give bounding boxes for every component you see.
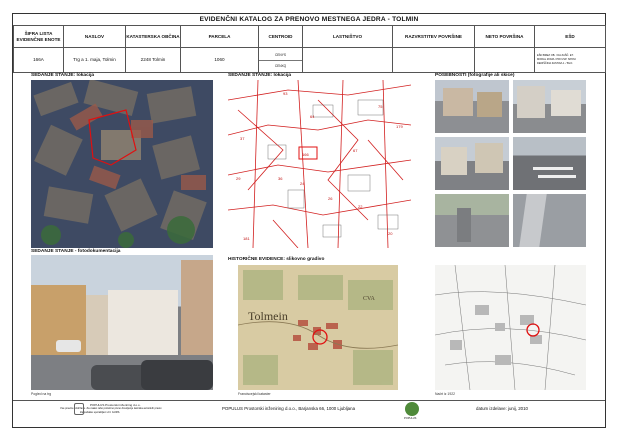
cell-parcela: 1060 xyxy=(180,47,259,73)
parcel-label: 64 xyxy=(310,114,315,119)
parcel-label: 67 xyxy=(353,148,358,153)
historic-map: Tolmein CVA xyxy=(238,265,398,390)
footer-date: datum izdelave: junij, 2010 xyxy=(476,406,528,411)
caption-historic: Franciscejski kataster xyxy=(238,392,271,396)
col-parcela: PARCELA xyxy=(180,25,259,48)
company-logo-icon xyxy=(405,402,419,416)
cell-obcina: 2248 Tolmin xyxy=(125,47,181,73)
special-photo-2 xyxy=(513,80,586,133)
col-sifra: ŠIFRA LISTA EVIDENČNE ENOTE xyxy=(13,25,64,48)
cell-razvrstitev xyxy=(392,47,475,73)
parcel-label: 93 xyxy=(283,91,288,96)
populus-logo-icon xyxy=(74,403,84,415)
caption-photo: Pogled na trg xyxy=(31,392,52,396)
section-label-location: SEDANJE STANJE: lokacija xyxy=(31,73,95,78)
esd-line-3: DEDIŠČINA ZASTAVLJ. / BLO. xyxy=(537,62,573,65)
special-photo-5 xyxy=(435,194,509,247)
parcel-label-highlight: 166 xyxy=(302,152,309,157)
parcel-label: 181 xyxy=(243,236,250,241)
historic-map-label-2: CVA xyxy=(363,296,376,302)
cell-esd: EŠD BREZ OB. / DA ZAŠČ. ET. MORAL ZOMA /… xyxy=(534,47,606,73)
cell-sifra: 166A xyxy=(13,47,64,73)
col-razvrstitev: RAZVRSTITEV POVRŠINE xyxy=(392,25,475,48)
special-photo-1 xyxy=(435,80,509,133)
parcel-label: 20 xyxy=(388,231,393,236)
historic-map-label: Tolmein xyxy=(248,309,288,323)
col-centroid: CENTROID xyxy=(258,25,303,48)
col-obcina: KATASTERSKA OBČINA xyxy=(125,25,181,48)
section-label-historic: HISTORIČNE EVIDENCE: slikovno gradivo xyxy=(228,257,325,262)
special-photo-3 xyxy=(435,137,509,190)
orthophoto-map xyxy=(31,80,213,248)
section-label-photo: SEDANJE STANJE - fotodokumentacija xyxy=(31,249,121,254)
section-label-cadastre: SEDANJE STANJE: lokacija xyxy=(228,73,292,78)
parcel-label: 22 xyxy=(358,204,363,209)
parcel-label: 29 xyxy=(236,176,241,181)
parcel-label: 37 xyxy=(240,136,245,141)
cell-neto xyxy=(474,47,535,73)
special-photo-4 xyxy=(513,137,586,190)
footer-divider xyxy=(13,400,605,401)
company-logo-label: POPULUS xyxy=(404,417,417,420)
historic-plan xyxy=(435,265,586,390)
centroid-y: CENXQ xyxy=(274,63,287,68)
parcel-label: 36 xyxy=(278,176,283,181)
parcel-label: 26 xyxy=(328,196,333,201)
parcel-label: 75 xyxy=(378,104,383,109)
footer-center: POPULUS Prostorski inženiring d.o.o., Ba… xyxy=(222,406,356,411)
section-label-special: POSEBNOSTI (fotografije ali skice) xyxy=(435,73,515,78)
cell-naslov: Trg a 1. maja, Tolmin xyxy=(63,47,126,73)
col-naslov: NASLOV xyxy=(63,25,126,48)
footer-note-2: Za podatke uporabljeni viri: GURS. xyxy=(80,411,121,414)
cell-centroid: CENYS CENXQ xyxy=(258,47,303,73)
header-table: ŠIFRA LISTA EVIDENČNE ENOTE NASLOV KATAS… xyxy=(13,25,606,73)
col-neto: NETO POVRŠINA xyxy=(474,25,535,48)
special-photo-6 xyxy=(513,194,586,247)
current-photo xyxy=(31,255,213,390)
parcel-label: 179 xyxy=(396,124,403,129)
centroid-x: CENYS xyxy=(275,52,286,57)
caption-plan: Načrt iz 1922 xyxy=(435,392,455,396)
cadastral-map: 166 93 75 179 64 37 67 36 24 26 22 181 2… xyxy=(228,80,411,248)
col-lastnistvo: LASTNIŠTVO xyxy=(302,25,393,48)
col-esd: EŠD xyxy=(534,25,606,48)
parcel-label: 24 xyxy=(300,181,305,186)
cell-lastnistvo xyxy=(302,47,393,73)
